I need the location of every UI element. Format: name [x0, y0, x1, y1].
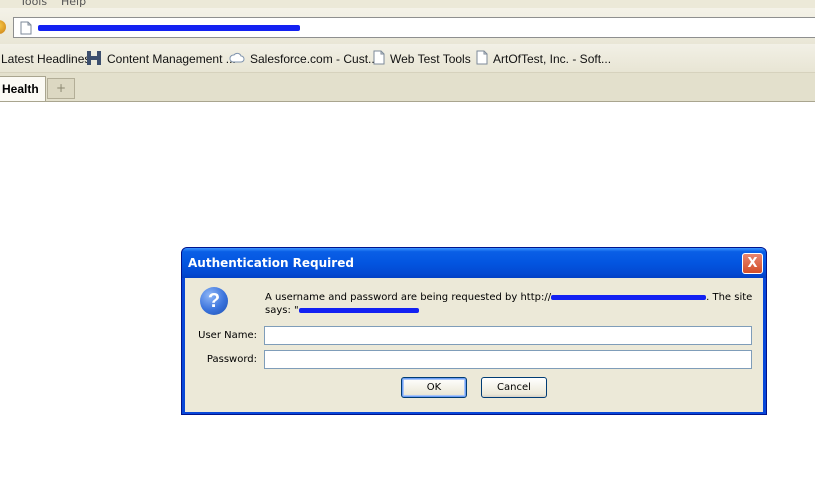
tab-bar: Health +: [0, 73, 815, 102]
bookmark-label: Salesforce.com - Cust...: [250, 52, 379, 66]
redacted-host: [551, 294, 707, 300]
menu-item-tools[interactable]: Tools: [20, 0, 47, 8]
new-tab-button[interactable]: +: [47, 78, 75, 99]
message-text-1: A username and password are being reques…: [265, 292, 552, 303]
bookmark-label: ArtOfTest, Inc. - Soft...: [493, 52, 612, 66]
bookmark-label: Web Test Tools: [390, 52, 471, 66]
menu-bar: Tools Help: [0, 0, 815, 8]
page-icon: [373, 50, 385, 68]
navigation-toolbar: [0, 8, 815, 44]
address-bar[interactable]: [13, 17, 815, 38]
message-text-3: says: ": [265, 305, 299, 316]
bookmarks-toolbar: Latest Headlines Content Management ... …: [0, 44, 815, 73]
question-icon: ?: [200, 287, 228, 315]
page-icon: [20, 21, 32, 38]
bookmark-web-test-tools[interactable]: Web Test Tools: [373, 50, 471, 68]
ok-button[interactable]: OK: [401, 377, 467, 398]
h-icon: [86, 50, 102, 69]
password-label: Password:: [206, 354, 257, 365]
authentication-dialog: Authentication Required X ? A username a…: [181, 247, 767, 415]
address-url: [38, 21, 300, 34]
bookmark-label: Latest Headlines: [1, 52, 91, 66]
dialog-body: ? A username and password are being requ…: [185, 278, 763, 412]
username-input[interactable]: [264, 326, 752, 345]
password-input[interactable]: [264, 350, 752, 369]
tab-label: Health: [2, 82, 39, 96]
redacted-realm: [298, 307, 419, 313]
question-glyph: ?: [207, 290, 221, 312]
menu-item-help[interactable]: Help: [61, 0, 86, 8]
page-icon: [476, 50, 488, 68]
bookmark-content-management[interactable]: Content Management ...: [86, 50, 236, 69]
bookmark-artoftest[interactable]: ArtOfTest, Inc. - Soft...: [476, 50, 612, 68]
firefox-icon: [0, 20, 6, 34]
close-button[interactable]: X: [742, 253, 763, 274]
bookmark-salesforce[interactable]: Salesforce.com - Cust...: [229, 51, 378, 67]
bookmark-latest-headlines[interactable]: Latest Headlines: [1, 51, 90, 67]
dialog-title: Authentication Required: [188, 256, 354, 270]
username-label: User Name:: [198, 330, 257, 341]
redacted-url: [38, 25, 300, 31]
tab-health[interactable]: Health: [0, 76, 46, 101]
cancel-button[interactable]: Cancel: [481, 377, 547, 398]
auth-message: A username and password are being reques…: [265, 291, 755, 317]
message-text-2: . The site: [706, 292, 753, 303]
dialog-title-bar[interactable]: Authentication Required X: [182, 248, 766, 278]
close-icon: X: [747, 256, 758, 271]
cloud-icon: [229, 52, 245, 67]
bookmark-label: Content Management ...: [107, 52, 236, 66]
plus-icon: +: [55, 81, 67, 95]
